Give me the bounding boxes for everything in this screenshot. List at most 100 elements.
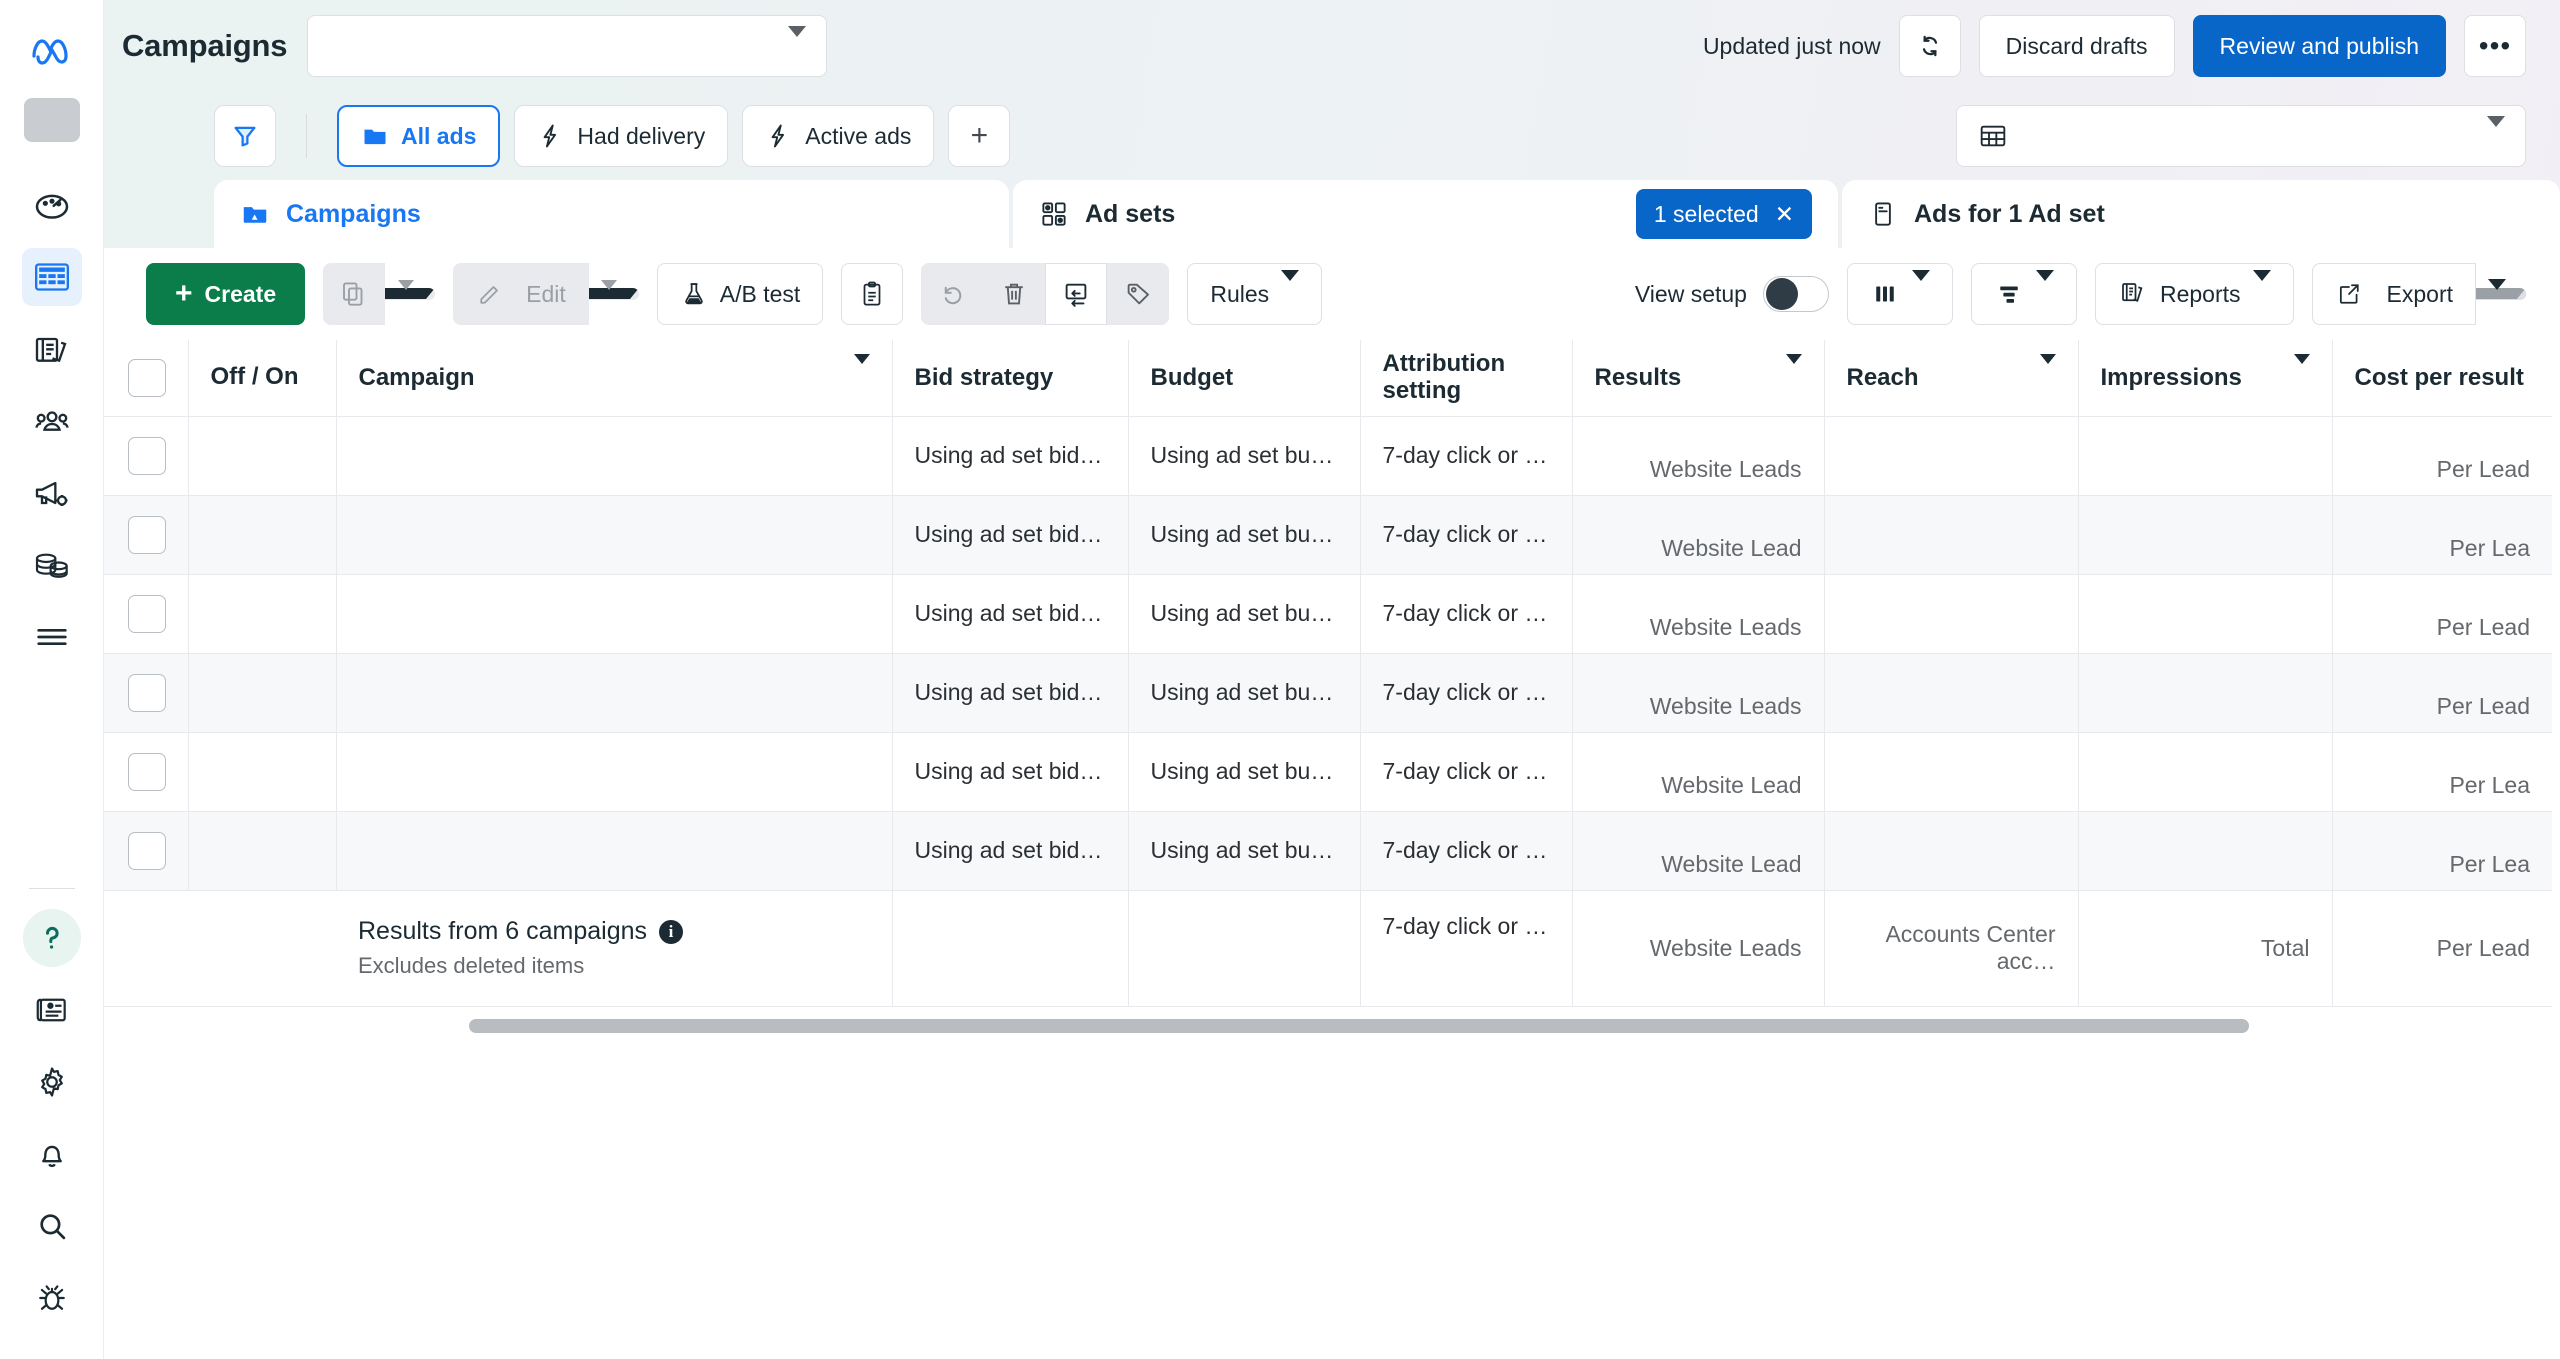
chevron-down-icon [2488,290,2506,308]
table-row[interactable]: Using ad set bid… Using ad set bu… 7-day… [104,574,2552,653]
breakdown-button[interactable] [1971,263,2077,325]
cell-campaign[interactable] [336,811,892,890]
header-campaign[interactable]: Campaign [336,340,892,416]
cell-campaign[interactable] [336,574,892,653]
tab-campaigns[interactable]: Campaigns [214,180,1009,248]
reports-button[interactable]: Reports [2095,263,2294,325]
sidebar-item-notifications[interactable] [22,1125,82,1183]
sidebar-item-dashboard[interactable] [22,176,82,234]
sidebar-item-settings[interactable] [22,1053,82,1111]
header-reach[interactable]: Reach [1824,340,2078,416]
close-icon[interactable]: ✕ [1775,201,1794,228]
table-row[interactable]: Using ad set bid… Using ad set bu… 7-day… [104,495,2552,574]
more-options-button[interactable]: ••• [2464,15,2526,77]
edit-dropdown[interactable] [589,288,639,300]
sidebar-item-audiences[interactable] [22,392,82,450]
create-button[interactable]: + Create [146,263,305,325]
cell-off-on[interactable] [188,653,336,732]
edit-button[interactable]: Edit [453,263,589,325]
row-checkbox[interactable] [128,595,166,633]
tab-ad-sets[interactable]: Ad sets 1 selected ✕ [1013,180,1838,248]
table-row[interactable]: Using ad set bid… Using ad set bu… 7-day… [104,732,2552,811]
export-button[interactable]: Export [2312,263,2476,325]
sidebar-item-campaigns-table[interactable] [22,248,82,306]
rules-button[interactable]: Rules [1187,263,1322,325]
info-icon[interactable]: i [659,920,683,944]
row-checkbox[interactable] [128,832,166,870]
select-all-checkbox[interactable] [128,359,166,397]
undo-button[interactable] [921,263,983,325]
sidebar-item-help[interactable] [23,909,81,967]
cell-off-on[interactable] [188,811,336,890]
clipboard-icon [857,279,887,309]
review-and-publish-button[interactable]: Review and publish [2193,15,2446,77]
tab-ads[interactable]: Ads for 1 Ad set [1842,180,2560,248]
sidebar-item-advertising-settings[interactable] [22,464,82,522]
discard-drafts-button[interactable]: Discard drafts [1979,15,2175,77]
header-results[interactable]: Results [1572,340,1824,416]
horizontal-scrollbar[interactable] [104,1019,2560,1035]
transfer-button[interactable] [1045,263,1107,325]
cell-off-on[interactable] [188,495,336,574]
row-checkbox[interactable] [128,437,166,475]
duplicate-dropdown[interactable] [385,288,435,300]
cell-results: Website Lead [1572,732,1824,811]
filter-pill-had-delivery[interactable]: Had delivery [514,105,728,167]
table-row[interactable]: Using ad set bid… Using ad set bu… 7-day… [104,416,2552,495]
cell-off-on[interactable] [188,416,336,495]
row-checkbox[interactable] [128,674,166,712]
cell-campaign[interactable] [336,495,892,574]
cell-off-on[interactable] [188,574,336,653]
tag-button[interactable] [1107,263,1169,325]
cell-campaign[interactable] [336,416,892,495]
cell-cost-per-result: Per Lead [2332,416,2552,495]
duplicate-button[interactable] [323,263,385,325]
cell-campaign[interactable] [336,653,892,732]
scrollbar-thumb[interactable] [469,1019,2249,1033]
filter-button[interactable] [214,105,276,167]
header-actions: Updated just now Discard drafts Review a… [1703,15,2526,77]
sidebar-item-all-tools[interactable] [22,608,82,666]
columns-button[interactable] [1847,263,1953,325]
avatar[interactable] [24,98,80,142]
bug-icon [33,1279,71,1317]
account-select[interactable] [307,15,827,77]
view-setup-toggle[interactable] [1763,276,1829,312]
filter-pill-active-ads[interactable]: Active ads [742,105,934,167]
sidebar-item-search[interactable] [22,1197,82,1255]
filter-pill-all-ads[interactable]: All ads [337,105,500,167]
sidebar-item-reports[interactable] [22,320,82,378]
row-checkbox[interactable] [128,516,166,554]
header-label: Impressions [2101,364,2242,392]
cell-campaign[interactable] [336,732,892,811]
sidebar-item-report-bug[interactable] [22,1269,82,1327]
duplicate-icon [339,279,369,309]
row-checkbox[interactable] [128,753,166,791]
refresh-button[interactable] [1899,15,1961,77]
grid-icon [1039,199,1069,229]
cell-off-on[interactable] [188,732,336,811]
cell-attribution: 7-day click or … [1360,732,1572,811]
table-row[interactable]: Using ad set bid… Using ad set bu… 7-day… [104,653,2552,732]
delete-button[interactable] [983,263,1045,325]
ab-test-button[interactable]: A/B test [657,263,824,325]
selection-badge[interactable]: 1 selected ✕ [1636,189,1812,239]
header-impressions[interactable]: Impressions [2078,340,2332,416]
table-row[interactable]: Using ad set bid… Using ad set bu… 7-day… [104,811,2552,890]
chevron-down-icon[interactable] [2294,364,2310,392]
sidebar-item-billing[interactable] [22,536,82,594]
chevron-down-icon[interactable] [854,364,870,392]
sidebar-item-news[interactable] [22,981,82,1039]
duplicate-split-button [323,263,435,325]
chevron-down-icon[interactable] [1786,364,1802,392]
cell-attribution: 7-day click or … [1360,653,1572,732]
date-range-picker[interactable] [1956,105,2526,167]
view-setup-control[interactable]: View setup [1635,276,1829,312]
summary-impressions: Total [2078,890,2332,1006]
chevron-down-icon[interactable] [2040,364,2056,392]
add-filter-button[interactable]: + [948,105,1010,167]
clipboard-button[interactable] [841,263,903,325]
export-dropdown[interactable] [2476,288,2526,300]
meta-logo[interactable] [24,22,80,78]
edit-label: Edit [526,281,566,308]
